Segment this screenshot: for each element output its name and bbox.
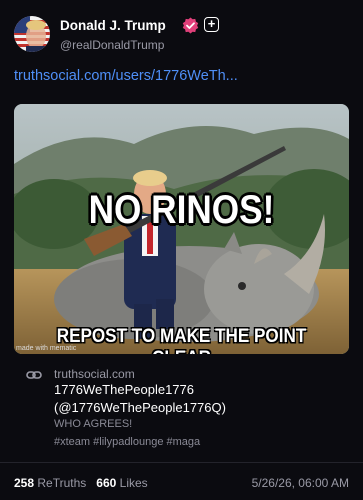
divider: [0, 462, 363, 463]
link-preview-card[interactable]: truthsocial.com 1776WeThePeople1776 (@17…: [14, 356, 349, 460]
card-description: WHO AGREES!: [54, 418, 133, 430]
post-stats: 258 ReTruths 660 Likes: [14, 476, 148, 490]
post-image[interactable]: NO RINOS! REPOST TO MAKE THE POINT CLEAR…: [14, 104, 349, 354]
avatar[interactable]: [14, 16, 50, 52]
author-handle[interactable]: @realDonaldTrump: [60, 38, 164, 52]
card-title: 1776WeThePeople1776: [54, 382, 194, 397]
retruths-count[interactable]: 258: [14, 476, 34, 490]
likes-count[interactable]: 660: [96, 476, 116, 490]
plus-icon[interactable]: +: [204, 17, 219, 32]
retruths-label[interactable]: ReTruths: [37, 476, 86, 490]
card-domain: truthsocial.com: [54, 367, 135, 381]
verified-badge-icon: [182, 17, 199, 34]
post-header: Donald J. Trump + @realDonaldTrump: [14, 14, 349, 58]
post-link[interactable]: truthsocial.com/users/1776WeTh...: [14, 68, 238, 84]
image-watermark: made with mematic: [16, 345, 77, 352]
meme-caption-top: NO RINOS!: [88, 188, 275, 232]
link-chain-icon: [26, 368, 42, 380]
card-handle: (@1776WeThePeople1776Q): [54, 400, 226, 415]
likes-label[interactable]: Likes: [120, 476, 148, 490]
card-hashtags: #xteam #lilypadlounge #maga: [54, 436, 201, 448]
post-timestamp: 5/26/26, 06:00 AM: [251, 476, 349, 490]
author-name[interactable]: Donald J. Trump: [60, 18, 166, 33]
